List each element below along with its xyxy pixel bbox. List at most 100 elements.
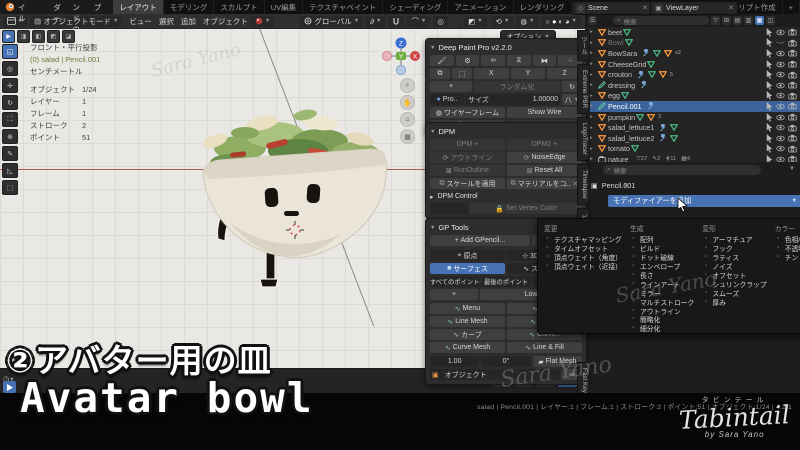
cursor-select-icon[interactable] [766, 91, 773, 101]
chain-icon[interactable]: ⧖ [507, 55, 531, 66]
render-camera-icon[interactable] [788, 71, 797, 79]
render-camera-icon[interactable] [788, 124, 797, 132]
icon-d[interactable]: ◫ [766, 16, 775, 25]
filter-icon[interactable]: ▽ [711, 16, 720, 25]
modifier-item-頂点ウェイト（近接）[interactable]: ▫ 頂点ウェイト（近接） [544, 262, 622, 271]
scale-tool[interactable]: ⛶ [2, 112, 18, 127]
scene-selector[interactable]: ◇ Scene ✕ [572, 1, 652, 15]
link2-icon[interactable]: ⧓ [532, 55, 557, 66]
transform-tool[interactable]: ⊕ [2, 129, 18, 144]
view-object-types-dropdown[interactable]: ◩ ▼ [464, 15, 487, 27]
visibility-eye-icon[interactable] [776, 92, 785, 99]
pin-icon[interactable]: ✎ [623, 181, 629, 190]
dpm-button-runoutline[interactable]: ⊠ RunOutline [430, 165, 505, 176]
dpm-button--[interactable]: ⧉ マテリアルをコ.. ✕ [507, 178, 582, 189]
workspace-tab-アニメーション[interactable]: アニメーション [448, 0, 514, 14]
size-slider[interactable]: サイズ 1.00000 [466, 94, 560, 105]
render-camera-icon[interactable] [788, 39, 797, 47]
proportional-editing-icon[interactable]: ◎ [433, 15, 448, 27]
gizmos-dropdown[interactable]: ⟲ ▼ [491, 15, 514, 27]
gp-grid-button-menu[interactable]: ∿ Menu [430, 303, 505, 314]
move-tool[interactable]: ✛ [2, 78, 18, 93]
outliner-search[interactable]: ⌕ 検索 [613, 16, 709, 26]
dpm-button-dpm-[interactable]: DPM + [430, 139, 505, 150]
flat-mesh-button[interactable]: ▰ Flat Mesh [532, 356, 582, 367]
color-field[interactable] [430, 203, 468, 214]
camera-view-button[interactable]: ⌑ [400, 112, 415, 127]
outliner-row-Bowl[interactable]: ▸ Bowl [585, 38, 800, 49]
rotate-tool[interactable]: ↻ [2, 95, 18, 110]
cursor-select-icon[interactable] [766, 112, 773, 122]
outliner-row-Pencil.001[interactable]: ▸ Pencil.001 [585, 101, 800, 112]
cursor-tool[interactable]: ◎ [2, 61, 18, 76]
wireframe-button[interactable]: ◍ ワイヤーフレーム [430, 107, 505, 118]
render-camera-icon[interactable] [788, 134, 797, 142]
cursor-select-icon[interactable] [766, 123, 773, 132]
zoom-button[interactable]: ⌕ [400, 78, 415, 93]
outliner-row-salad_lettuce1[interactable]: ▸ salad_lettuce1 [585, 122, 800, 133]
gp-grid-button-curve-mesh[interactable]: ∿ Curve Mesh [430, 342, 505, 353]
outliner-row-BowSara[interactable]: ▸ BowSara x2 [585, 48, 800, 59]
modifier-item-細分化[interactable]: ▫ 細分化 [630, 324, 694, 333]
outliner-row-CheeseGrid[interactable]: ▸ CheeseGrid [585, 59, 800, 70]
topbar-menu-4[interactable]: ウィンドウ [72, 0, 84, 35]
cursor-select-icon[interactable] [766, 48, 773, 58]
gear-icon[interactable]: ⚙ [455, 55, 480, 66]
randomize-button[interactable]: ランダム化 [474, 81, 560, 92]
outliner-row-dressing[interactable]: ▸ dressing [585, 80, 800, 91]
points-button-2[interactable]: 最後のポイント [481, 276, 531, 287]
visibility-eye-icon[interactable] [776, 71, 785, 78]
ortho-grid-button[interactable]: ▦ [400, 129, 415, 144]
render-camera-icon[interactable] [788, 92, 797, 100]
brush-icon[interactable]: 🖌 [430, 55, 454, 66]
transform-orientation-dropdown[interactable]: グローバル ▼ [300, 15, 364, 27]
measure-tool[interactable]: ◺ [2, 163, 18, 178]
icon-b[interactable]: ▥ [744, 16, 753, 25]
gp-grid-button-line-fill[interactable]: ∿ Line & Fill [507, 342, 582, 353]
icon-a[interactable]: ▤ [733, 16, 742, 25]
add-gpencil-button[interactable]: + Add GPencil... [430, 235, 530, 246]
render-camera-icon[interactable] [788, 28, 797, 36]
show-wire-button[interactable]: Show Wire [507, 107, 582, 118]
gp-grid-button-line-mesh[interactable]: ∿ Line Mesh [430, 316, 505, 327]
select-box-tool[interactable]: ◱ [2, 44, 18, 59]
visibility-eye-icon[interactable] [776, 39, 785, 46]
workspace-tab-テクスチャペイント[interactable]: テクスチャペイント [303, 0, 384, 14]
cursor-select-icon[interactable] [766, 80, 773, 90]
dpm-button-noiseedge[interactable]: ⟳ NoiseEdge [507, 152, 582, 163]
visibility-eye-icon[interactable] [776, 82, 785, 89]
gpencil-dropdown[interactable]: ▼ [250, 15, 275, 27]
overlays-dropdown[interactable]: ◍ ▼ [516, 15, 539, 27]
origin-button[interactable]: ⌖ 原点 [430, 250, 505, 261]
visibility-eye-icon[interactable] [776, 135, 785, 142]
visibility-eye-icon[interactable] [776, 124, 785, 131]
navigation-gizmo[interactable]: Z X Y ⌕ ✋ ⌑ ▦ [382, 36, 420, 144]
plus-button[interactable]: + [430, 81, 472, 92]
render-camera-icon[interactable] [788, 60, 797, 68]
render-camera-icon[interactable] [788, 102, 797, 110]
annotate-tool[interactable]: ✎ [2, 146, 18, 161]
topbar-menu-1[interactable]: ファイル [18, 0, 28, 35]
visibility-eye-icon[interactable] [776, 50, 785, 57]
workspace-tab-レイアウト[interactable]: レイアウト [113, 0, 164, 14]
menu-オブジェクト[interactable]: オブジェクト [203, 16, 248, 27]
render-camera-icon[interactable] [788, 81, 797, 89]
cursor-select-icon[interactable] [766, 70, 773, 79]
cursor-select-icon[interactable] [766, 59, 773, 69]
dpm-button-reset-all[interactable]: ⊠ Reset All [507, 165, 582, 176]
topbar-menu-5[interactable]: ヘルプ [94, 0, 102, 35]
add-modifier-button[interactable]: モディファイアーを追加 ▼ [608, 195, 800, 207]
pivot-dropdown[interactable]: ∂ ▼ [366, 15, 386, 27]
workspace-tab-スカルプト[interactable]: スカルプト [214, 0, 265, 14]
sidebar-tab-Extreme PBR[interactable]: Extreme PBR [577, 63, 590, 115]
axis-x-button[interactable]: X [474, 68, 509, 79]
dpm-control-expander[interactable]: ▸ [430, 193, 435, 201]
visibility-eye-icon[interactable] [776, 61, 785, 68]
plus-button[interactable]: + [430, 289, 478, 300]
visibility-eye-icon[interactable] [776, 114, 785, 121]
unpin-icon[interactable]: ✕ [642, 4, 648, 12]
layout-tile-1[interactable]: ▶ [2, 30, 15, 43]
workspace-tab-モデリング[interactable]: モデリング [163, 0, 215, 14]
topbar-menu-2[interactable]: 編集 [37, 0, 45, 35]
outliner-row-crouton[interactable]: ▸ crouton 5 [585, 69, 800, 80]
